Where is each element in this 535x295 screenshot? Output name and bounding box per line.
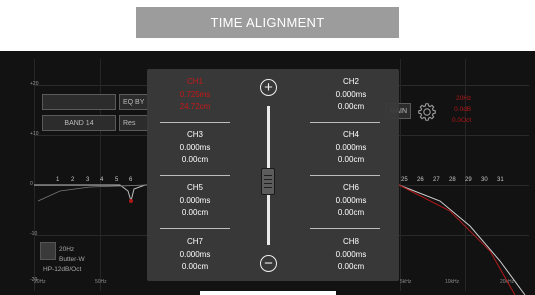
q-value: 0.0Oct bbox=[452, 117, 472, 124]
divider bbox=[310, 175, 380, 176]
channel-7[interactable]: CH7 0.000ms 0.00cm bbox=[161, 236, 229, 274]
band-number[interactable]: 27 bbox=[433, 177, 440, 183]
gear-icon[interactable] bbox=[416, 101, 438, 123]
band-number[interactable]: 25 bbox=[401, 177, 408, 183]
divider bbox=[160, 175, 230, 176]
channel-name: CH2 bbox=[342, 77, 359, 86]
channel-name: CH3 bbox=[186, 130, 203, 139]
band-number[interactable]: 26 bbox=[417, 177, 424, 183]
minus-icon: − bbox=[264, 255, 273, 272]
filter-type: Butter-W bbox=[59, 256, 85, 263]
divider bbox=[310, 228, 380, 229]
band-number[interactable]: 6 bbox=[129, 177, 132, 183]
channel-select-button[interactable] bbox=[42, 94, 116, 110]
eq-bypass-button[interactable]: EQ BY bbox=[119, 94, 149, 110]
band-number[interactable]: 28 bbox=[449, 177, 456, 183]
band-number[interactable]: 4 bbox=[100, 177, 103, 183]
band-number[interactable]: 3 bbox=[86, 177, 89, 183]
band-number[interactable]: 2 bbox=[71, 177, 74, 183]
band-number[interactable]: 30 bbox=[481, 177, 488, 183]
reset-button[interactable]: Res bbox=[119, 115, 149, 131]
channel-delay-time: 0.000ms bbox=[335, 195, 367, 205]
band-number[interactable]: 5 bbox=[115, 177, 118, 183]
channel-name: CH1 bbox=[186, 77, 203, 86]
channel-delay-distance: 0.00cm bbox=[181, 208, 209, 217]
channel-delay-time: 0.000ms bbox=[179, 195, 211, 205]
divider bbox=[310, 122, 380, 123]
channel-delay-time: 0.000ms bbox=[335, 142, 367, 152]
frequency-value: 20Hz bbox=[455, 95, 472, 102]
band-number[interactable]: 1 bbox=[56, 177, 59, 183]
divider bbox=[160, 228, 230, 229]
channel-3[interactable]: CH3 0.000ms 0.00cm bbox=[161, 129, 229, 167]
delay-slider-handle[interactable] bbox=[261, 168, 275, 195]
channel-delay-time: 0.000ms bbox=[179, 249, 211, 259]
channel-8[interactable]: CH8 0.000ms 0.00cm bbox=[317, 236, 385, 274]
channel-delay-distance: 0.00cm bbox=[337, 208, 365, 217]
channel-delay-distance: 0.00cm bbox=[337, 102, 365, 111]
channel-delay-distance: 0.00cm bbox=[181, 155, 209, 164]
increase-delay-button[interactable]: + bbox=[260, 79, 277, 96]
plus-icon: + bbox=[264, 79, 273, 96]
channel-6[interactable]: CH6 0.000ms 0.00cm bbox=[317, 182, 385, 220]
channel-4[interactable]: CH4 0.000ms 0.00cm bbox=[317, 129, 385, 167]
band-select-button[interactable]: BAND 14 bbox=[42, 115, 116, 131]
band-parameters: 20Hz 0.0dB 0.0Oct bbox=[452, 93, 471, 126]
home-indicator bbox=[200, 291, 336, 295]
channel-1[interactable]: CH1 0.725ms 24.72cm bbox=[161, 76, 229, 114]
filter-info[interactable]: 20Hz Butter-W HP-12dB/Oct bbox=[43, 245, 85, 275]
channel-name: CH5 bbox=[186, 183, 203, 192]
channel-name: CH7 bbox=[186, 237, 203, 246]
channel-name: CH8 bbox=[342, 237, 359, 246]
time-alignment-panel: CH1 0.725ms 24.72cm CH2 0.000ms 0.00cm C… bbox=[147, 69, 399, 281]
divider bbox=[160, 122, 230, 123]
channel-delay-time: 0.000ms bbox=[335, 89, 367, 99]
channel-name: CH6 bbox=[342, 183, 359, 192]
band-number[interactable]: 29 bbox=[465, 177, 472, 183]
decrease-delay-button[interactable]: − bbox=[260, 255, 277, 272]
channel-delay-time: 0.725ms bbox=[179, 89, 211, 99]
channel-delay-distance: 0.00cm bbox=[181, 262, 209, 271]
band-number[interactable]: 31 bbox=[497, 177, 504, 183]
channel-5[interactable]: CH5 0.000ms 0.00cm bbox=[161, 182, 229, 220]
filter-frequency: 20Hz bbox=[59, 246, 75, 253]
channel-2[interactable]: CH2 0.000ms 0.00cm bbox=[317, 76, 385, 114]
channel-delay-distance: 0.00cm bbox=[337, 155, 365, 164]
time-alignment-title: TIME ALIGNMENT bbox=[136, 7, 399, 38]
channel-name: CH4 bbox=[342, 130, 359, 139]
gain-value: 0.0dB bbox=[454, 106, 472, 113]
filter-slope: HP-12dB/Oct bbox=[43, 266, 82, 273]
channel-delay-distance: 24.72cm bbox=[179, 102, 211, 111]
channel-delay-time: 0.000ms bbox=[179, 142, 211, 152]
channel-delay-distance: 0.00cm bbox=[337, 262, 365, 271]
channel-delay-time: 0.000ms bbox=[335, 249, 367, 259]
